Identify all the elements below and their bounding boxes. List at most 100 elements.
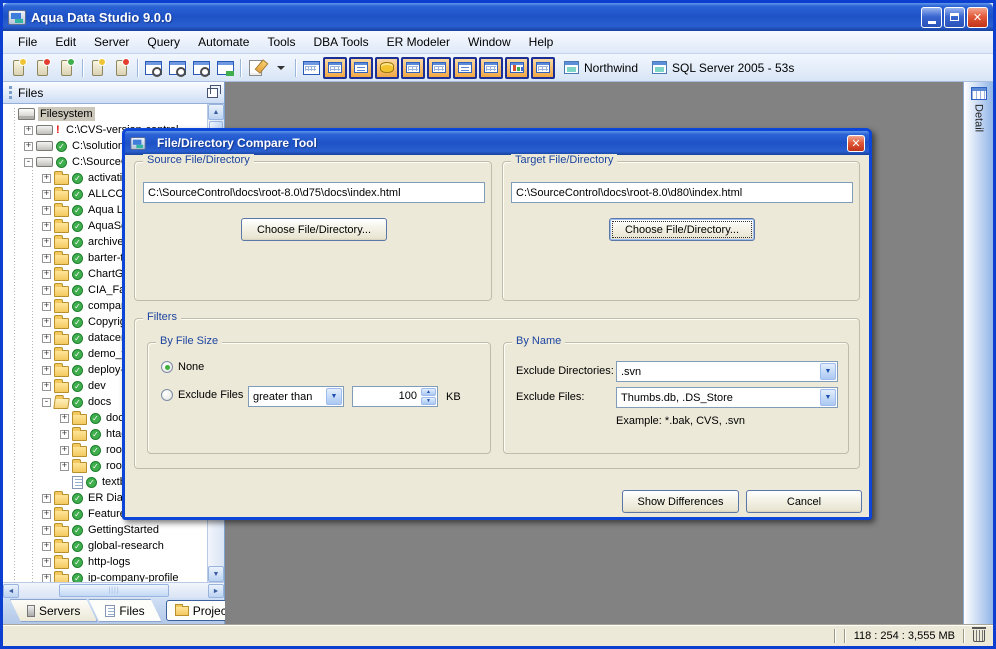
radio-icon[interactable] — [161, 389, 173, 401]
menu-edit[interactable]: Edit — [46, 32, 85, 52]
scroll-thumb[interactable]: |||| — [59, 584, 169, 597]
table-data-button[interactable] — [323, 56, 347, 79]
expand-icon[interactable]: + — [42, 349, 51, 359]
scroll-right-icon[interactable]: ► — [208, 584, 224, 598]
schema-objects-button[interactable] — [55, 56, 79, 79]
menu-dba-tools[interactable]: DBA Tools — [304, 32, 377, 52]
menu-window[interactable]: Window — [459, 32, 520, 52]
filter-none-radio[interactable]: None — [161, 361, 204, 373]
menu-er-modeler[interactable]: ER Modeler — [378, 32, 459, 52]
minimize-button[interactable] — [921, 6, 942, 28]
menu-server[interactable]: Server — [85, 32, 138, 52]
menu-help[interactable]: Help — [520, 32, 563, 52]
filter-exclude-radio[interactable]: Exclude Files — [161, 389, 243, 401]
garbage-collect-icon[interactable] — [972, 626, 986, 642]
target-choose-button[interactable]: Choose File/Directory... — [609, 218, 755, 241]
target-path-field[interactable]: C:\SourceControl\docs\root-8.0\d80\index… — [511, 182, 853, 203]
expand-icon[interactable]: + — [42, 237, 51, 247]
exclude-directories-combo[interactable]: .svn ▼ — [616, 361, 838, 382]
register-server-button[interactable] — [7, 56, 31, 79]
spin-up-icon[interactable]: ▲ — [421, 388, 436, 396]
expand-icon[interactable]: + — [42, 573, 51, 582]
expand-icon[interactable]: + — [60, 461, 69, 471]
expand-icon[interactable]: + — [24, 125, 33, 135]
expand-icon[interactable]: + — [42, 221, 51, 231]
exclude-files-combo[interactable]: Thumbs.db, .DS_Store ▼ — [616, 387, 838, 408]
expand-icon[interactable]: + — [42, 493, 51, 503]
expand-icon[interactable]: + — [42, 541, 51, 551]
query-analyzer-button[interactable] — [141, 56, 165, 79]
scroll-down-icon[interactable]: ▼ — [208, 566, 224, 582]
open-script-button[interactable] — [244, 56, 268, 79]
tab-detail[interactable]: Detail — [973, 104, 985, 132]
close-button[interactable]: ✕ — [967, 6, 988, 28]
server-selector[interactable]: SQL Server 2005 - 53s — [645, 56, 801, 79]
grid-view-button[interactable] — [401, 56, 425, 79]
collapse-icon[interactable]: - — [24, 157, 33, 167]
scroll-up-icon[interactable]: ▲ — [208, 104, 224, 120]
list-view-button[interactable] — [453, 56, 477, 79]
table-view-button[interactable] — [531, 56, 555, 79]
expand-icon[interactable]: + — [42, 205, 51, 215]
float-panel-icon[interactable] — [207, 84, 221, 98]
expand-icon[interactable]: + — [60, 413, 69, 423]
expand-icon[interactable]: + — [42, 253, 51, 263]
source-choose-button[interactable]: Choose File/Directory... — [241, 218, 387, 241]
query-builder-button[interactable] — [189, 56, 213, 79]
expand-icon[interactable]: + — [42, 365, 51, 375]
remove-server-button[interactable] — [31, 56, 55, 79]
show-differences-button[interactable]: Show Differences — [622, 490, 739, 513]
chevron-down-icon[interactable]: ▼ — [326, 388, 342, 405]
menu-file[interactable]: File — [9, 32, 46, 52]
tree-item[interactable]: + ✓ http-logs — [3, 554, 207, 570]
source-path-field[interactable]: C:\SourceControl\docs\root-8.0\d75\docs\… — [143, 182, 485, 203]
expand-icon[interactable]: + — [42, 189, 51, 199]
collapse-icon[interactable]: - — [42, 397, 51, 407]
expand-icon[interactable]: + — [60, 445, 69, 455]
expand-icon[interactable]: + — [42, 509, 51, 519]
pivot-view-button[interactable] — [427, 56, 451, 79]
expand-icon[interactable]: + — [60, 429, 69, 439]
expand-icon[interactable]: + — [42, 173, 51, 183]
cancel-button[interactable]: Cancel — [746, 490, 862, 513]
import-export-button[interactable] — [213, 56, 237, 79]
tree-item[interactable]: Filesystem — [3, 106, 207, 122]
tab-servers[interactable]: Servers — [10, 599, 97, 622]
menu-automate[interactable]: Automate — [189, 32, 258, 52]
tree-item[interactable]: + ✓ GettingStarted — [3, 522, 207, 538]
expand-icon[interactable]: + — [42, 301, 51, 311]
panel-grip-icon[interactable] — [9, 86, 12, 99]
database-selector[interactable]: Northwind — [557, 56, 645, 79]
er-diagram-button[interactable] — [479, 56, 503, 79]
tree-item[interactable]: + ✓ global-research — [3, 538, 207, 554]
schema-browser-button[interactable] — [299, 56, 323, 79]
scroll-left-icon[interactable]: ◄ — [3, 584, 19, 598]
spin-down-icon[interactable]: ▼ — [421, 397, 436, 405]
tab-files[interactable]: Files — [88, 599, 161, 622]
query-window-button[interactable] — [165, 56, 189, 79]
radio-selected-icon[interactable] — [161, 361, 173, 373]
chevron-down-icon[interactable]: ▼ — [820, 389, 836, 406]
expand-icon[interactable]: + — [42, 285, 51, 295]
size-comparator-combo[interactable]: greater than ▼ — [248, 386, 344, 407]
tree-item[interactable]: + ✓ ip-company-profile — [3, 570, 207, 582]
scroll-track[interactable] — [169, 583, 208, 598]
disconnect-server-button[interactable] — [110, 56, 134, 79]
form-view-button[interactable] — [349, 56, 373, 79]
dialog-close-button[interactable]: ✕ — [847, 134, 865, 152]
size-value-spinner[interactable]: 100 ▲ ▼ — [352, 386, 438, 407]
expand-icon[interactable]: + — [42, 525, 51, 535]
chevron-down-icon[interactable]: ▼ — [820, 363, 836, 380]
connect-server-button[interactable] — [86, 56, 110, 79]
database-button[interactable] — [375, 56, 399, 79]
tree-horizontal-scrollbar[interactable]: ◄ |||| ► — [3, 582, 224, 598]
expand-icon[interactable]: + — [42, 317, 51, 327]
expand-icon[interactable]: + — [42, 557, 51, 567]
expand-icon[interactable]: + — [42, 333, 51, 343]
menu-query[interactable]: Query — [138, 32, 189, 52]
expand-icon[interactable]: + — [24, 141, 33, 151]
menu-tools[interactable]: Tools — [258, 32, 304, 52]
script-dropdown-button[interactable] — [268, 56, 292, 79]
expand-icon[interactable]: + — [42, 381, 51, 391]
expand-icon[interactable]: + — [42, 269, 51, 279]
